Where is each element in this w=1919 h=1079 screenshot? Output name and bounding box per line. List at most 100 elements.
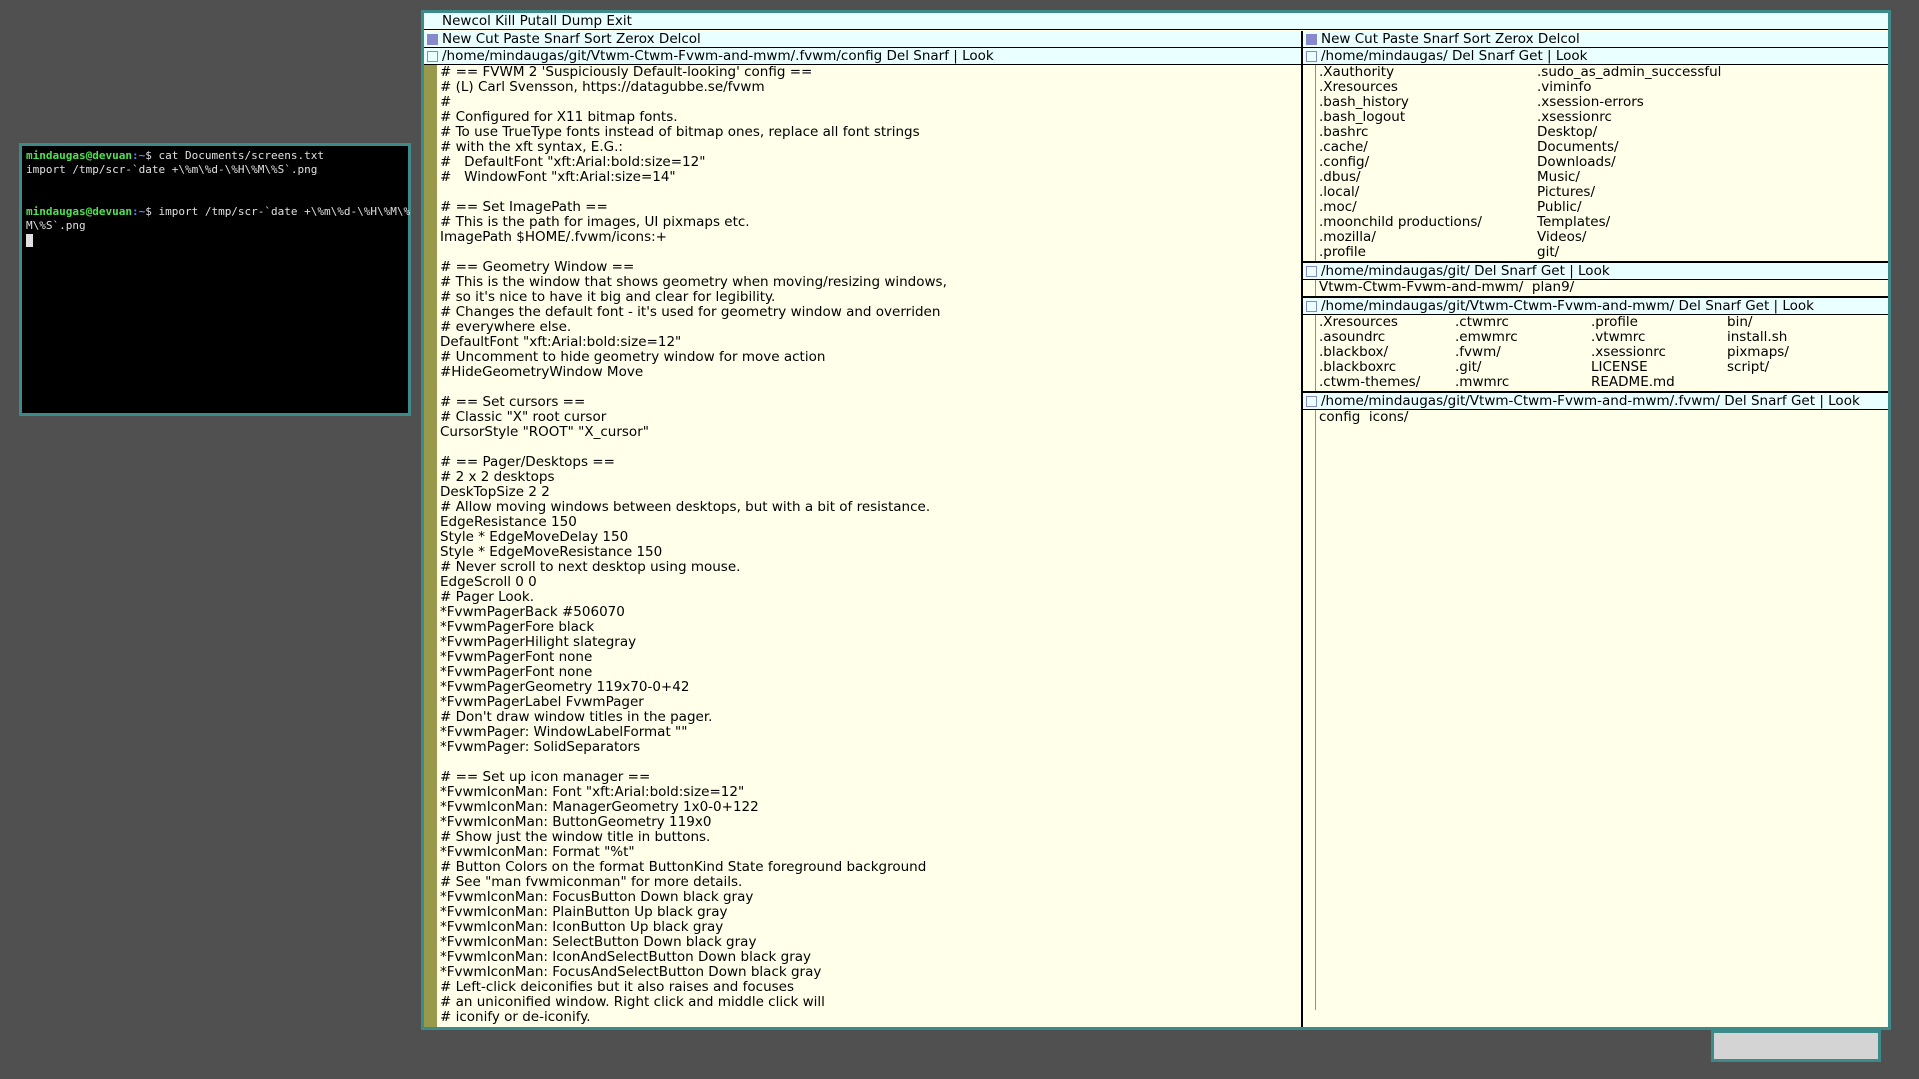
column-tag[interactable]: New Cut Paste Snarf Sort Zerox Delcol: [424, 31, 1301, 48]
scrollbar[interactable]: [424, 65, 437, 1027]
git-dir-listing[interactable]: Vtwm-Ctwm-Fvwm-and-mwm/ plan9/: [1319, 280, 1888, 295]
dir-entry[interactable]: .fvwm/: [1455, 345, 1591, 360]
window-handle[interactable]: [1306, 266, 1317, 277]
dir-entry[interactable]: Desktop/: [1537, 125, 1755, 140]
dir-entry[interactable]: pixmaps/: [1727, 345, 1863, 360]
window-tag[interactable]: /home/mindaugas/git/Vtwm-Ctwm-Fvwm-and-m…: [1303, 298, 1888, 315]
dir-entry[interactable]: .blackbox/: [1319, 345, 1455, 360]
terminal-window[interactable]: mindaugas@devuan:~$ cat Documents/screen…: [19, 143, 411, 416]
dir-entry[interactable]: .bashrc: [1319, 125, 1537, 140]
dir-entry[interactable]: .profile: [1591, 315, 1727, 330]
window-tag[interactable]: /home/mindaugas/ Del Snarf Get | Look: [1303, 48, 1888, 65]
dir-entry[interactable]: Music/: [1537, 170, 1755, 185]
column-tag-text[interactable]: New Cut Paste Snarf Sort Zerox Delcol: [1321, 31, 1580, 47]
terminal-output: [26, 191, 404, 205]
dir-entry[interactable]: .ctwmrc: [1455, 315, 1591, 330]
repo-dir-listing[interactable]: .Xresources .ctwmrc .profile bin/ .asoun…: [1319, 315, 1888, 390]
scrollbar[interactable]: [1303, 280, 1316, 296]
dir-entry[interactable]: .xsessionrc: [1591, 345, 1727, 360]
dir-entry[interactable]: .asoundrc: [1319, 330, 1455, 345]
config-window[interactable]: /home/mindaugas/git/Vtwm-Ctwm-Fvwm-and-m…: [424, 48, 1301, 1027]
dir-entry[interactable]: .Xauthority: [1319, 65, 1537, 80]
dir-entry[interactable]: .local/: [1319, 185, 1537, 200]
dir-entry[interactable]: .blackboxrc: [1319, 360, 1455, 375]
row-tag-text[interactable]: Newcol Kill Putall Dump Exit: [442, 13, 632, 29]
dir-entry[interactable]: .Xresources: [1319, 315, 1455, 330]
dir-entry[interactable]: .mwmrc: [1455, 375, 1591, 390]
dir-entry[interactable]: .cache/: [1319, 140, 1537, 155]
home-dir-listing[interactable]: .Xauthority .sudo_as_admin_successful .X…: [1319, 65, 1888, 260]
window-tag[interactable]: /home/mindaugas/git/Vtwm-Ctwm-Fvwm-and-m…: [424, 48, 1301, 65]
acme-editor[interactable]: Newcol Kill Putall Dump Exit New Cut Pas…: [421, 10, 1891, 1030]
dir-entry[interactable]: .bash_logout: [1319, 110, 1537, 125]
prompt-path: :~: [131, 205, 146, 218]
fvwm-dir-listing[interactable]: config icons/: [1319, 410, 1888, 425]
pager-window[interactable]: [1711, 1030, 1881, 1062]
column-tag[interactable]: New Cut Paste Snarf Sort Zerox Delcol: [1303, 31, 1888, 48]
column-handle[interactable]: [427, 34, 438, 45]
scrollbar[interactable]: [1303, 410, 1316, 1010]
right-column[interactable]: New Cut Paste Snarf Sort Zerox Delcol /h…: [1303, 31, 1888, 1027]
column-handle[interactable]: [1306, 34, 1317, 45]
window-tag-text[interactable]: /home/mindaugas/ Del Snarf Get | Look: [1321, 48, 1588, 64]
dir-entry[interactable]: git/: [1537, 245, 1755, 260]
fvwm-dir-window[interactable]: /home/mindaugas/git/Vtwm-Ctwm-Fvwm-and-m…: [1303, 391, 1888, 1010]
git-dir-body[interactable]: Vtwm-Ctwm-Fvwm-and-mwm/ plan9/: [1303, 280, 1888, 296]
dir-entry[interactable]: .git/: [1455, 360, 1591, 375]
window-tag[interactable]: /home/mindaugas/git/ Del Snarf Get | Loo…: [1303, 263, 1888, 280]
scrollbar[interactable]: [1303, 65, 1316, 261]
dir-entry[interactable]: .sudo_as_admin_successful: [1537, 65, 1755, 80]
dir-entry[interactable]: .vtwmrc: [1591, 330, 1727, 345]
dir-entry[interactable]: .viminfo: [1537, 80, 1755, 95]
dir-entry[interactable]: Templates/: [1537, 215, 1755, 230]
window-handle[interactable]: [1306, 51, 1317, 62]
terminal-cursor-line[interactable]: [26, 233, 404, 247]
window-tag-text[interactable]: /home/mindaugas/git/Vtwm-Ctwm-Fvwm-and-m…: [1321, 393, 1860, 409]
dir-entry[interactable]: .xsession-errors: [1537, 95, 1755, 110]
config-body[interactable]: # == FVWM 2 'Suspiciously Default-lookin…: [424, 65, 1301, 1027]
dir-entry[interactable]: Documents/: [1537, 140, 1755, 155]
left-column[interactable]: New Cut Paste Snarf Sort Zerox Delcol /h…: [424, 31, 1303, 1027]
dir-entry[interactable]: LICENSE: [1591, 360, 1727, 375]
fvwm-dir-body[interactable]: config icons/: [1303, 410, 1888, 1010]
home-dir-window[interactable]: /home/mindaugas/ Del Snarf Get | Look .X…: [1303, 48, 1888, 261]
window-tag[interactable]: /home/mindaugas/git/Vtwm-Ctwm-Fvwm-and-m…: [1303, 393, 1888, 410]
terminal-command-wrap: M\%S`.png: [26, 219, 86, 232]
dir-entry[interactable]: [1727, 375, 1863, 390]
row-tag[interactable]: Newcol Kill Putall Dump Exit: [424, 13, 1888, 30]
dir-entry[interactable]: script/: [1727, 360, 1863, 375]
dir-entry[interactable]: Downloads/: [1537, 155, 1755, 170]
dir-entry[interactable]: .xsessionrc: [1537, 110, 1755, 125]
window-tag-text[interactable]: /home/mindaugas/git/Vtwm-Ctwm-Fvwm-and-m…: [1321, 298, 1814, 314]
dir-entry[interactable]: install.sh: [1727, 330, 1863, 345]
dir-entry[interactable]: .moc/: [1319, 200, 1537, 215]
git-dir-window[interactable]: /home/mindaugas/git/ Del Snarf Get | Loo…: [1303, 261, 1888, 296]
dir-entry[interactable]: .config/: [1319, 155, 1537, 170]
repo-dir-window[interactable]: /home/mindaugas/git/Vtwm-Ctwm-Fvwm-and-m…: [1303, 296, 1888, 391]
dir-entry[interactable]: Public/: [1537, 200, 1755, 215]
config-text[interactable]: # == FVWM 2 'Suspiciously Default-lookin…: [440, 65, 1301, 1025]
scrollbar[interactable]: [1303, 315, 1316, 391]
window-handle[interactable]: [1306, 301, 1317, 312]
dir-entry[interactable]: README.md: [1591, 375, 1727, 390]
window-handle[interactable]: [1306, 396, 1317, 407]
dir-entry[interactable]: .profile: [1319, 245, 1537, 260]
window-tag-text[interactable]: /home/mindaugas/git/Vtwm-Ctwm-Fvwm-and-m…: [442, 48, 994, 64]
scroll-thumb[interactable]: [424, 65, 436, 1027]
repo-dir-body[interactable]: .Xresources .ctwmrc .profile bin/ .asoun…: [1303, 315, 1888, 391]
text-cursor: [26, 234, 33, 247]
window-handle[interactable]: [427, 51, 438, 62]
dir-entry[interactable]: Videos/: [1537, 230, 1755, 245]
dir-entry[interactable]: .emwmrc: [1455, 330, 1591, 345]
dir-entry[interactable]: .dbus/: [1319, 170, 1537, 185]
dir-entry[interactable]: .Xresources: [1319, 80, 1537, 95]
dir-entry[interactable]: Pictures/: [1537, 185, 1755, 200]
dir-entry[interactable]: bin/: [1727, 315, 1863, 330]
column-tag-text[interactable]: New Cut Paste Snarf Sort Zerox Delcol: [442, 31, 701, 47]
dir-entry[interactable]: .ctwm-themes/: [1319, 375, 1455, 390]
dir-entry[interactable]: .moonchild productions/: [1319, 215, 1537, 230]
dir-entry[interactable]: .mozilla/: [1319, 230, 1537, 245]
window-tag-text[interactable]: /home/mindaugas/git/ Del Snarf Get | Loo…: [1321, 263, 1610, 279]
home-dir-body[interactable]: .Xauthority .sudo_as_admin_successful .X…: [1303, 65, 1888, 261]
dir-entry[interactable]: .bash_history: [1319, 95, 1537, 110]
